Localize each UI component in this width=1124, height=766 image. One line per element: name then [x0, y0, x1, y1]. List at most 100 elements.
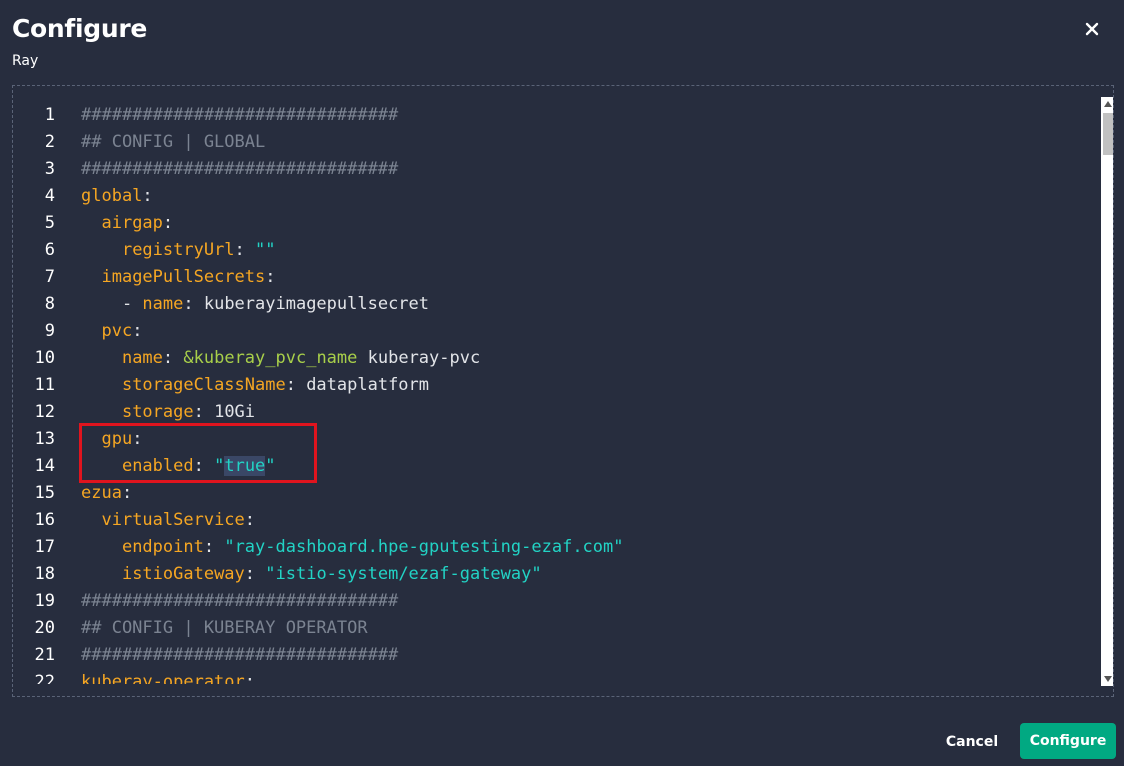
line-number: 4	[44, 186, 55, 206]
code-token: :	[142, 186, 153, 206]
code-token: :	[244, 564, 266, 584]
code-line[interactable]: 18 istioGateway: "istio-system/ezaf-gate…	[13, 561, 1101, 588]
code-line[interactable]: 10 name: &kuberay_pvc_name kuberay-pvc	[13, 345, 1101, 372]
code-token: imagePullSecrets	[101, 267, 266, 287]
code-token: :	[121, 483, 133, 503]
line-text: ## CONFIG | KUBERAY OPERATOR	[81, 615, 368, 642]
code-area[interactable]: 1 ############################### 2 ## CONF…	[13, 102, 1101, 684]
code-line[interactable]: 19 ###############################	[13, 588, 1101, 615]
configure-button[interactable]: Configure	[1020, 723, 1116, 759]
code-line[interactable]: 5 airgap:	[13, 210, 1101, 237]
line-text: ###############################	[81, 156, 398, 183]
code-token: global	[81, 186, 143, 206]
code-token: ## CONFIG | KUBERAY OPERATOR	[81, 618, 368, 638]
caret-up-icon	[1104, 101, 1112, 107]
yaml-editor[interactable]: 1 ############################### 2 ## CONF…	[12, 85, 1114, 697]
code-line[interactable]: 17 endpoint: "ray-dashboard.hpe-gputesti…	[13, 534, 1101, 561]
code-token: ""	[255, 240, 276, 260]
close-button[interactable]	[1080, 17, 1104, 41]
line-number: 11	[34, 375, 55, 395]
line-text: registryUrl: ""	[81, 237, 276, 264]
line-number: 15	[34, 483, 55, 503]
code-line[interactable]: 7 imagePullSecrets:	[13, 264, 1101, 291]
code-line[interactable]: 20 ## CONFIG | KUBERAY OPERATOR	[13, 615, 1101, 642]
code-line[interactable]: 16 virtualService:	[13, 507, 1101, 534]
code-token: kuberay-pvc	[357, 348, 481, 368]
line-number: 16	[34, 510, 55, 530]
line-number: 17	[34, 537, 55, 557]
code-line[interactable]: 3 ###############################	[13, 156, 1101, 183]
line-number: 8	[44, 294, 55, 314]
line-number: 1	[44, 105, 55, 125]
code-token: : kuberayimagepullsecret	[183, 294, 430, 314]
code-token: "istio-system/ezaf-gateway"	[265, 564, 542, 584]
scrollbar-track[interactable]	[1101, 111, 1113, 672]
line-number: 6	[44, 240, 55, 260]
line-number: 21	[34, 645, 55, 665]
line-text: storageClassName: dataplatform	[81, 372, 429, 399]
code-token: -	[81, 294, 143, 314]
code-line[interactable]: 11 storageClassName: dataplatform	[13, 372, 1101, 399]
code-line[interactable]: 4 global:	[13, 183, 1101, 210]
code-token: ###############################	[81, 105, 399, 125]
code-token: registryUrl	[121, 240, 235, 260]
close-icon	[1085, 22, 1099, 36]
line-text: global:	[81, 183, 153, 210]
line-text: imagePullSecrets:	[81, 264, 276, 291]
line-text: name: &kuberay_pvc_name kuberay-pvc	[81, 345, 480, 372]
code-token: virtualService	[101, 510, 245, 530]
code-token: :	[162, 348, 184, 368]
code-token: :	[244, 510, 256, 530]
code-line[interactable]: 1 ###############################	[13, 102, 1101, 129]
line-number: 9	[44, 321, 55, 341]
line-text: ###############################	[81, 102, 398, 129]
scrollbar-thumb[interactable]	[1103, 113, 1113, 155]
line-text: ## CONFIG | GLOBAL	[81, 129, 265, 156]
code-token: name	[121, 348, 163, 368]
scroll-down-button[interactable]	[1101, 672, 1113, 686]
line-text: ###############################	[81, 642, 398, 669]
code-line[interactable]: 2 ## CONFIG | GLOBAL	[13, 129, 1101, 156]
code-line[interactable]: 21 ###############################	[13, 642, 1101, 669]
line-text: storage: 10Gi	[81, 399, 255, 426]
line-number: 22	[34, 672, 55, 684]
code-token: storageClassName	[121, 375, 286, 395]
line-number: 18	[34, 564, 55, 584]
code-line[interactable]: 8 - name: kuberayimagepullsecret	[13, 291, 1101, 318]
dialog-title: Configure	[12, 14, 148, 43]
code-token: storage	[121, 402, 194, 422]
code-line[interactable]: 12 storage: 10Gi	[13, 399, 1101, 426]
line-number: 10	[34, 348, 55, 368]
code-token: ezua	[81, 483, 122, 503]
line-number: 13	[34, 429, 55, 449]
code-token: : dataplatform	[285, 375, 430, 395]
line-text: ###############################	[81, 588, 398, 615]
code-token: :	[265, 267, 276, 287]
code-token: :	[234, 240, 256, 260]
editor-scrollbar[interactable]	[1101, 97, 1113, 686]
line-text: airgap:	[81, 210, 173, 237]
line-text: pvc:	[81, 318, 142, 345]
line-number: 19	[34, 591, 55, 611]
line-number: 7	[44, 267, 55, 287]
dialog-subtitle: Ray	[12, 53, 39, 69]
line-number: 2	[44, 132, 55, 152]
code-line[interactable]: 9 pvc:	[13, 318, 1101, 345]
code-line[interactable]: 6 registryUrl: ""	[13, 237, 1101, 264]
line-number: 12	[34, 402, 55, 422]
code-token: name	[142, 294, 184, 314]
code-line[interactable]: 15 ezua:	[13, 480, 1101, 507]
code-token: kuberay-operator	[81, 672, 245, 684]
code-line[interactable]: 22 kuberay-operator:	[13, 669, 1101, 684]
scroll-up-button[interactable]	[1101, 97, 1113, 111]
gpu-highlight-box	[79, 423, 317, 483]
cancel-button[interactable]: Cancel	[932, 725, 1012, 759]
code-token: &kuberay_pvc_name	[183, 348, 358, 368]
